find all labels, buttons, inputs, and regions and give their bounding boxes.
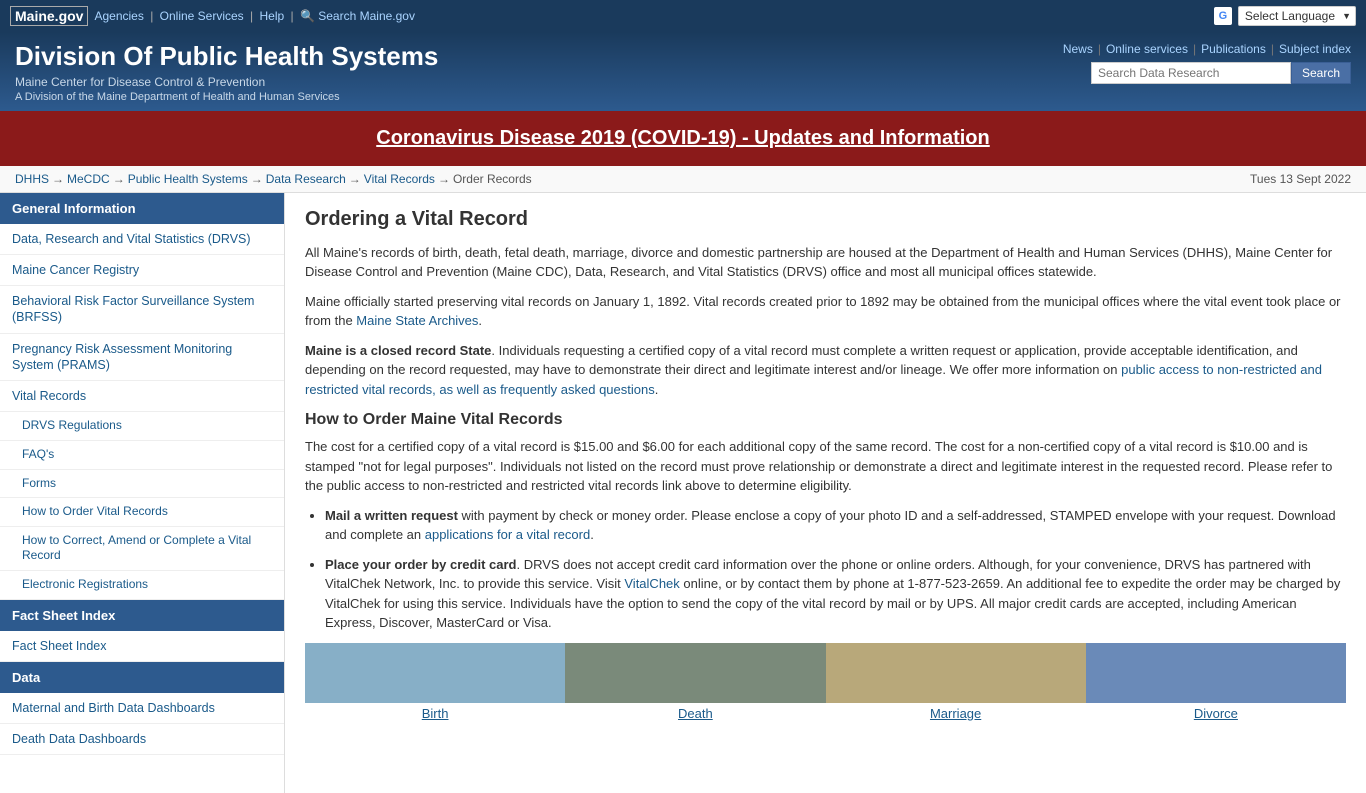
closed-record-bold: Maine is a closed record State (305, 343, 491, 358)
sidebar-item-prams[interactable]: Pregnancy Risk Assessment Monitoring Sys… (0, 334, 284, 382)
breadcrumb-bar: DHHS → MeCDC → Public Health Systems → D… (0, 166, 1366, 193)
vitalchek-link[interactable]: VitalChek (624, 576, 679, 591)
search-input[interactable] (1091, 62, 1291, 84)
public-access-link[interactable]: public access to non-restricted and rest… (305, 362, 1322, 397)
list-item-credit-card: Place your order by credit card. DRVS do… (325, 555, 1346, 633)
record-thumbnails: Birth Death Marriage Divorce (305, 643, 1346, 721)
site-header: Division Of Public Health Systems Maine … (0, 32, 1366, 111)
header-nav: News | Online services | Publications | … (1063, 42, 1351, 56)
date-display: Tues 13 Sept 2022 (1250, 172, 1351, 186)
nav-subject-index[interactable]: Subject index (1279, 42, 1351, 56)
thumbnail-birth: Birth (305, 643, 565, 721)
breadcrumb: DHHS → MeCDC → Public Health Systems → D… (15, 172, 532, 186)
search-maine-link[interactable]: Search Maine.gov (318, 9, 415, 23)
sidebar-item-vital-records[interactable]: Vital Records (0, 381, 284, 412)
site-title: Division Of Public Health Systems (15, 42, 438, 71)
content-para4: The cost for a certified copy of a vital… (305, 437, 1346, 496)
marriage-link[interactable]: Marriage (826, 706, 1086, 721)
sidebar-item-how-correct[interactable]: How to Correct, Amend or Complete a Vita… (0, 527, 284, 571)
main-layout: General Information Data, Research and V… (0, 193, 1366, 793)
divorce-link[interactable]: Divorce (1086, 706, 1346, 721)
divorce-thumb-img (1086, 643, 1346, 703)
header-left: Division Of Public Health Systems Maine … (15, 42, 438, 103)
google-icon: G (1214, 7, 1232, 25)
nav-online-services[interactable]: Online services (1106, 42, 1188, 56)
breadcrumb-current: Order Records (453, 172, 532, 186)
nav-publications[interactable]: Publications (1201, 42, 1266, 56)
sidebar-item-fact-sheet[interactable]: Fact Sheet Index (0, 631, 284, 662)
order-methods-list: Mail a written request with payment by c… (325, 506, 1346, 633)
sidebar-item-death-data[interactable]: Death Data Dashboards (0, 724, 284, 755)
site-subtitle1: Maine Center for Disease Control & Preve… (15, 75, 438, 89)
online-services-link[interactable]: Online Services (160, 9, 244, 23)
covid-banner[interactable]: Coronavirus Disease 2019 (COVID-19) - Up… (0, 111, 1366, 166)
maine-state-archives-link[interactable]: Maine State Archives (356, 313, 478, 328)
birth-link[interactable]: Birth (305, 706, 565, 721)
top-bar-right: G Select Language (1214, 6, 1356, 26)
sidebar-item-brfss[interactable]: Behavioral Risk Factor Surveillance Syst… (0, 286, 284, 334)
death-link[interactable]: Death (565, 706, 825, 721)
breadcrumb-data-research[interactable]: Data Research (266, 172, 346, 186)
breadcrumb-vital-records[interactable]: Vital Records (364, 172, 435, 186)
breadcrumb-dhhs[interactable]: DHHS (15, 172, 49, 186)
covid-link[interactable]: Coronavirus Disease 2019 (COVID-19) - Up… (376, 127, 990, 149)
maine-gov-logo[interactable]: Maine.gov (10, 6, 88, 26)
content-para1: All Maine's records of birth, death, fet… (305, 243, 1346, 282)
sidebar-header-general: General Information (0, 193, 284, 224)
site-subtitle2: A Division of the Maine Department of He… (15, 91, 438, 103)
sidebar-item-drvs-regulations[interactable]: DRVS Regulations (0, 412, 284, 441)
sidebar-item-drvs[interactable]: Data, Research and Vital Statistics (DRV… (0, 224, 284, 255)
sidebar-item-cancer-registry[interactable]: Maine Cancer Registry (0, 255, 284, 286)
death-thumb-img (565, 643, 825, 703)
thumbnail-death: Death (565, 643, 825, 721)
sidebar-item-electronic-reg[interactable]: Electronic Registrations (0, 571, 284, 600)
sidebar-header-fact-sheet: Fact Sheet Index (0, 600, 284, 631)
breadcrumb-mecdc[interactable]: MeCDC (67, 172, 110, 186)
credit-card-bold: Place your order by credit card (325, 557, 516, 572)
mail-bold: Mail a written request (325, 508, 458, 523)
sidebar-item-faq[interactable]: FAQ's (0, 441, 284, 470)
content-para3: Maine is a closed record State. Individu… (305, 341, 1346, 400)
list-item-mail: Mail a written request with payment by c… (325, 506, 1346, 545)
search-button[interactable]: Search (1291, 62, 1351, 84)
marriage-thumb-img (826, 643, 1086, 703)
agencies-link[interactable]: Agencies (94, 9, 143, 23)
breadcrumb-phs[interactable]: Public Health Systems (128, 172, 248, 186)
birth-thumb-img (305, 643, 565, 703)
search-bar: Search (1091, 62, 1351, 84)
content-para2: Maine officially started preserving vita… (305, 292, 1346, 331)
sidebar-item-forms[interactable]: Forms (0, 470, 284, 499)
content-area: Ordering a Vital Record All Maine's reco… (285, 193, 1366, 793)
help-link[interactable]: Help (259, 9, 284, 23)
sidebar: General Information Data, Research and V… (0, 193, 285, 793)
select-language-button[interactable]: Select Language (1238, 6, 1356, 26)
page-title: Ordering a Vital Record (305, 208, 1346, 231)
sidebar-header-data: Data (0, 662, 284, 693)
sidebar-item-how-order[interactable]: How to Order Vital Records (0, 498, 284, 527)
top-bar-links: Agencies | Online Services | Help | 🔍 Se… (94, 9, 415, 23)
thumbnail-divorce: Divorce (1086, 643, 1346, 721)
how-order-title: How to Order Maine Vital Records (305, 411, 1346, 429)
applications-link[interactable]: applications for a vital record (425, 527, 590, 542)
nav-news[interactable]: News (1063, 42, 1093, 56)
thumbnail-marriage: Marriage (826, 643, 1086, 721)
top-bar-left: Maine.gov Agencies | Online Services | H… (10, 6, 415, 26)
header-right: News | Online services | Publications | … (1063, 42, 1351, 84)
top-bar: Maine.gov Agencies | Online Services | H… (0, 0, 1366, 32)
sidebar-item-maternal-birth[interactable]: Maternal and Birth Data Dashboards (0, 693, 284, 724)
